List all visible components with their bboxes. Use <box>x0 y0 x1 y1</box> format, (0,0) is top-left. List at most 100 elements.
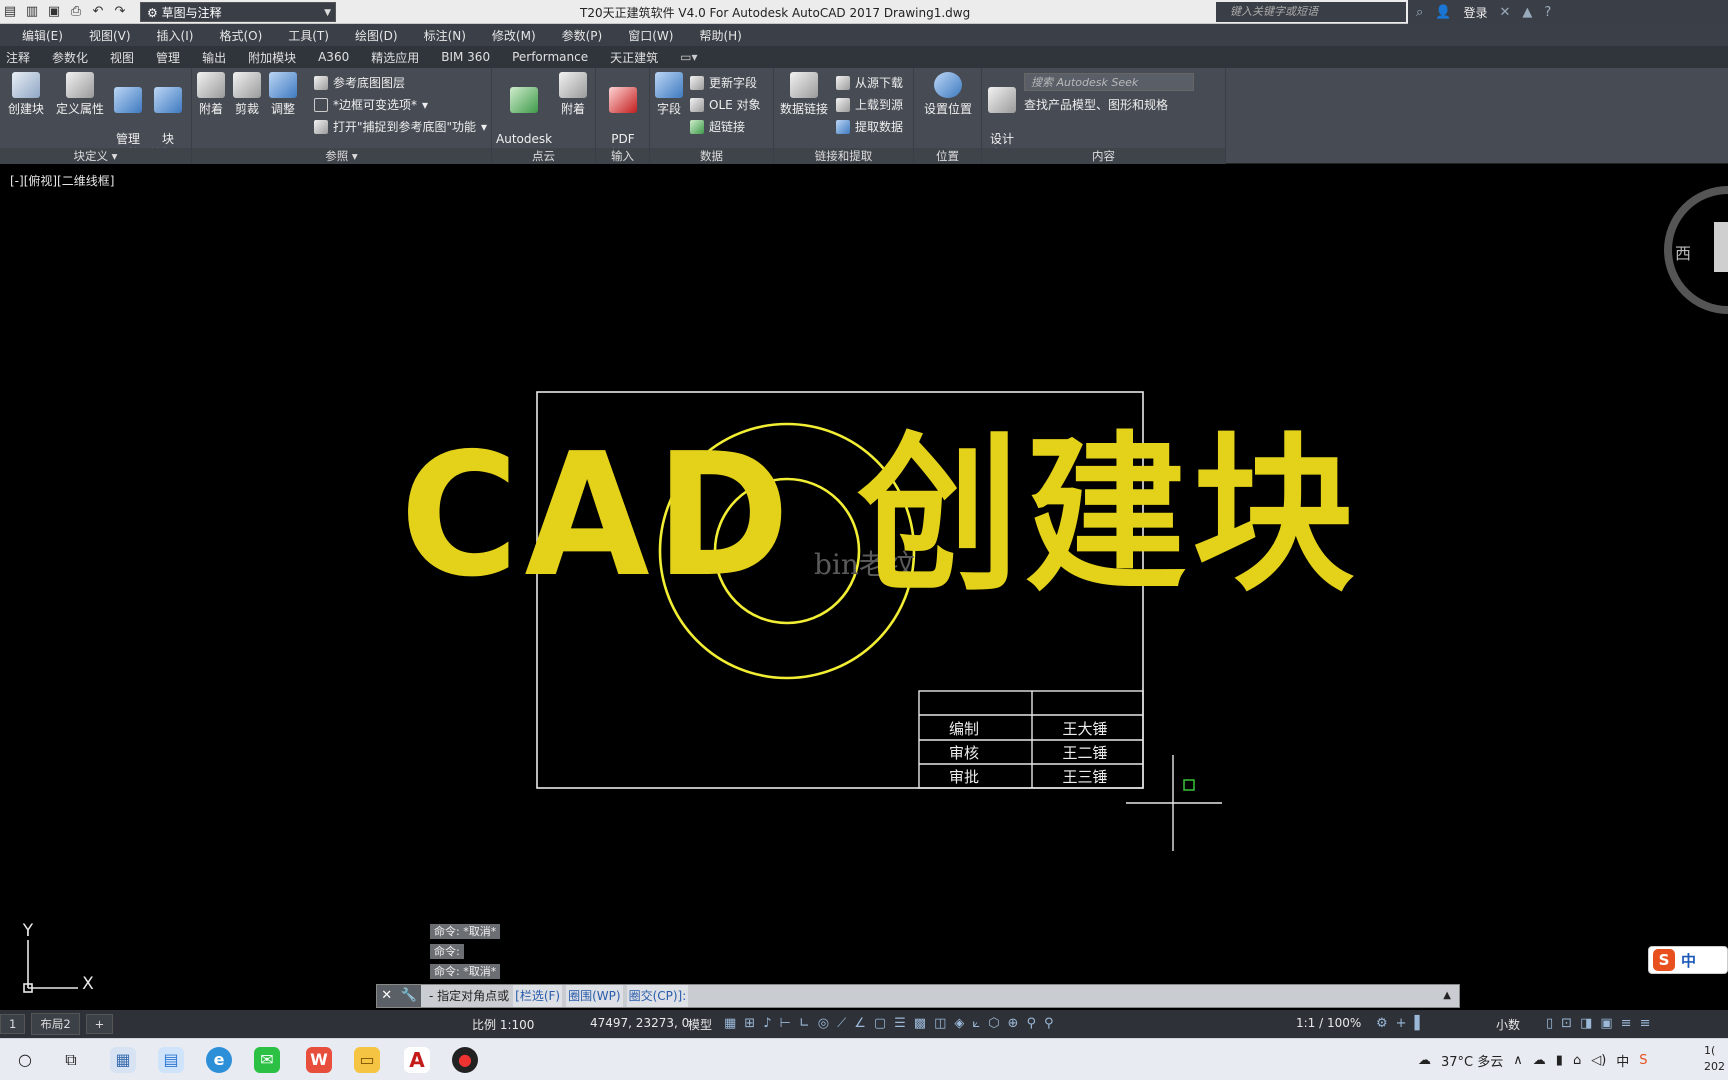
pointcloud-attach-button[interactable]: 附着 <box>556 72 590 117</box>
lineweight-icon[interactable]: ☰ <box>894 1017 906 1031</box>
workspace-select[interactable]: ⚙ 草图与注释 ▼ <box>140 2 336 22</box>
underlay-layers-button[interactable]: 参考底图图层 <box>314 74 405 91</box>
osnap-tracking-icon[interactable]: ∠ <box>854 1017 866 1031</box>
workspace-switch-icon[interactable]: ⚙ <box>1376 1017 1388 1031</box>
a360-icon[interactable]: ▲ <box>1522 5 1532 20</box>
recorder-icon[interactable]: ● <box>452 1047 478 1073</box>
menu-item-format[interactable]: 格式(O) <box>219 27 262 44</box>
clean-screen-icon[interactable]: ▣ <box>1600 1017 1612 1031</box>
weather-icon[interactable]: ☁ <box>1418 1053 1431 1068</box>
binoculars-icon[interactable]: ⌕ <box>1416 5 1423 20</box>
ortho-icon[interactable]: ∟ <box>799 1017 810 1031</box>
battery-icon[interactable]: ▮ <box>1556 1053 1563 1068</box>
tab-performance[interactable]: Performance <box>512 50 588 64</box>
panel-title-block-definition[interactable]: 块定义 ▾ <box>0 148 191 164</box>
tab-view[interactable]: 视图 <box>110 49 134 66</box>
onedrive-icon[interactable]: ☁ <box>1533 1053 1546 1068</box>
dynamic-ucs-icon[interactable]: ⟀ <box>972 1017 980 1031</box>
viewport-controls[interactable]: [-][俯视][二维线框] <box>10 172 114 189</box>
field-button[interactable]: 字段 <box>654 72 684 117</box>
download-from-source-button[interactable]: 从源下载 <box>836 74 903 91</box>
snap-mode-icon[interactable]: ⊞ <box>744 1017 755 1031</box>
volume-icon[interactable]: ◁) <box>1591 1053 1606 1068</box>
osnap-icon[interactable]: ▢ <box>874 1017 886 1031</box>
new-file-icon[interactable]: ▤ <box>2 4 18 20</box>
command-option-wpolygon[interactable]: 圈围(WP) <box>566 985 623 1007</box>
set-location-button[interactable]: 设置位置 <box>920 72 976 117</box>
extract-data-button[interactable]: 提取数据 <box>836 118 903 135</box>
menu-item-modify[interactable]: 修改(M) <box>492 27 536 44</box>
sogou-tray-icon[interactable]: S <box>1639 1053 1647 1068</box>
print-icon[interactable]: ⎙ <box>68 4 84 20</box>
viewcube-west-label[interactable]: 西 <box>1675 240 1691 264</box>
snap-to-underlay-button[interactable]: 打开"捕捉到参考底图"功能 ▾ <box>314 118 487 135</box>
update-fields-button[interactable]: 更新字段 <box>690 74 757 91</box>
task-view-icon[interactable]: ⧉ <box>58 1047 84 1073</box>
menu-lines-icon[interactable]: ≡ <box>1621 1017 1632 1031</box>
login-link[interactable]: 登录 <box>1463 4 1487 21</box>
chevron-up-icon[interactable]: ▲ <box>1443 985 1459 1007</box>
units-select[interactable]: 小数 <box>1496 1016 1520 1033</box>
define-attribute-button[interactable]: 定义属性 <box>54 72 106 117</box>
hyperlink-button[interactable]: 超链接 <box>690 118 745 135</box>
file-explorer-icon[interactable]: ▤ <box>158 1047 184 1073</box>
selection-cycling-icon[interactable]: ◫ <box>934 1017 946 1031</box>
command-option-cpolygon[interactable]: 圈交(CP)]: <box>626 985 689 1007</box>
edge-icon[interactable]: e <box>206 1047 232 1073</box>
command-line[interactable]: ✕ 🔧 - 指定对角点或 [栏选(F) 圈围(WP) 圈交(CP)]: ▲ <box>376 984 1460 1008</box>
seek-search-input[interactable]: 搜索 Autodesk Seek <box>1024 73 1194 91</box>
polar-icon[interactable]: ◎ <box>818 1017 829 1031</box>
tab-manage[interactable]: 管理 <box>156 49 180 66</box>
dynamic-input-icon[interactable]: ⊢ <box>780 1017 791 1031</box>
scale-select[interactable]: 比例 1:100 <box>472 1016 534 1033</box>
tab-layout1[interactable]: 1 <box>0 1014 26 1034</box>
auto-scale-icon[interactable]: ⚲ <box>1044 1017 1054 1031</box>
save-icon[interactable]: ▣ <box>46 4 62 20</box>
drawing-canvas[interactable] <box>6 166 1728 986</box>
autocad-icon[interactable]: A <box>404 1047 430 1073</box>
command-option-fence[interactable]: [栏选(F) <box>513 985 563 1007</box>
ime-badge[interactable]: S 中 <box>1648 946 1728 974</box>
gizmo-icon[interactable]: ⊕ <box>1008 1017 1019 1031</box>
help-icon[interactable]: ? <box>1544 5 1551 20</box>
model-space-toggle[interactable]: 模型 <box>688 1016 712 1033</box>
wechat-icon[interactable]: ✉ <box>254 1047 280 1073</box>
3d-osnap-icon[interactable]: ◈ <box>954 1017 964 1031</box>
wps-icon[interactable]: W <box>306 1047 332 1073</box>
menu-item-help[interactable]: 帮助(H) <box>699 27 741 44</box>
ime-tray-icon[interactable]: 中 <box>1616 1051 1629 1070</box>
tab-featured-apps[interactable]: 精选应用 <box>371 49 419 66</box>
help-search-input[interactable]: 键入关键字或短语 <box>1216 2 1406 22</box>
ribbon-options-icon[interactable]: ▭▾ <box>680 50 697 64</box>
menu-item-window[interactable]: 窗口(W) <box>628 27 673 44</box>
menu-item-draw[interactable]: 绘图(D) <box>355 27 398 44</box>
infer-constraints-icon[interactable]: ♪ <box>763 1017 771 1031</box>
tab-tangent[interactable]: 天正建筑 <box>610 49 658 66</box>
open-file-icon[interactable]: ▥ <box>24 4 40 20</box>
hardware-accel-icon[interactable]: ◨ <box>1580 1017 1592 1031</box>
close-icon[interactable]: ✕ <box>381 985 392 1007</box>
user-icon[interactable]: 👤 <box>1435 5 1451 20</box>
clip-button[interactable]: 剪裁 <box>232 72 262 117</box>
folder-icon[interactable]: ▭ <box>354 1047 380 1073</box>
app-manager-icon[interactable]: ▦ <box>110 1047 136 1073</box>
wrench-icon[interactable]: 🔧 <box>401 985 417 1007</box>
tab-a360[interactable]: A360 <box>318 50 349 64</box>
quick-properties-icon[interactable]: ▯ <box>1546 1017 1553 1031</box>
tray-chevron-icon[interactable]: ∧ <box>1513 1053 1523 1068</box>
annotation-visibility-icon[interactable]: ⚲ <box>1026 1017 1036 1031</box>
weather-text[interactable]: 37°C 多云 <box>1441 1051 1503 1070</box>
undo-icon[interactable]: ↶ <box>90 4 106 20</box>
transparency-icon[interactable]: ▩ <box>914 1017 926 1031</box>
panel-title-reference[interactable]: 参照 ▾ <box>192 148 491 164</box>
menu-item-edit[interactable]: 编辑(E) <box>22 27 63 44</box>
upload-to-source-button[interactable]: 上载到源 <box>836 96 903 113</box>
menu-item-tools[interactable]: 工具(T) <box>288 27 329 44</box>
menu-item-parametric[interactable]: 参数(P) <box>562 27 603 44</box>
tab-output[interactable]: 输出 <box>202 49 226 66</box>
menu-item-dimension[interactable]: 标注(N) <box>424 27 466 44</box>
frames-variable-select[interactable]: *边框可变选项* ▾ <box>314 96 428 113</box>
search-icon[interactable]: ○ <box>12 1047 38 1073</box>
adjust-button[interactable]: 调整 <box>268 72 298 117</box>
grid-icon[interactable]: ▦ <box>724 1017 736 1031</box>
